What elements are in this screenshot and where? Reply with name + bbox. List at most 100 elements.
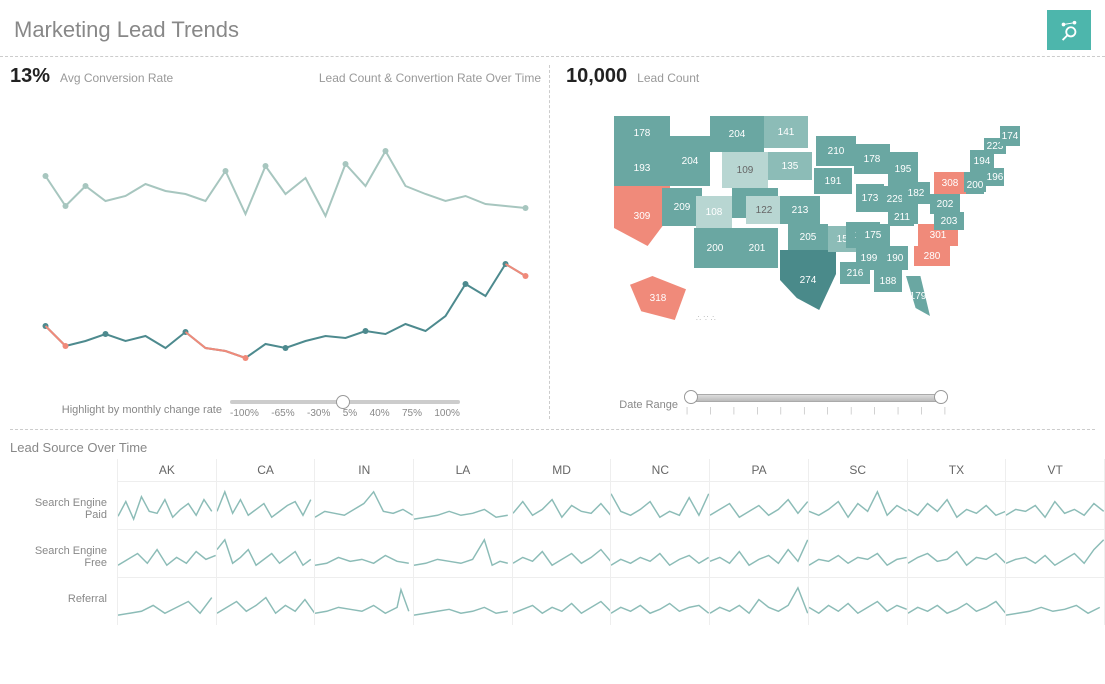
spark[interactable] <box>908 481 1007 529</box>
state-ut[interactable]: 108 <box>696 196 732 228</box>
conversion-panel: 13% Avg Conversion Rate Lead Count & Con… <box>10 65 550 419</box>
axis-tick: 40% <box>370 408 390 419</box>
col-hdr: LA <box>414 459 513 481</box>
spark[interactable] <box>315 481 414 529</box>
state-wi[interactable]: 178 <box>854 144 890 174</box>
state-ok[interactable]: 205 <box>788 224 828 250</box>
state-nm[interactable]: 200 <box>694 228 736 268</box>
state-hi[interactable]: ∴ ∵ ∴ <box>696 314 716 323</box>
kpi-leadcount-value: 10,000 <box>566 65 627 88</box>
state-al[interactable]: 188 <box>874 270 902 292</box>
page-title: Marketing Lead Trends <box>14 17 1047 43</box>
spark[interactable] <box>217 481 316 529</box>
spark[interactable] <box>1006 481 1105 529</box>
spark[interactable] <box>809 481 908 529</box>
us-map[interactable]: 178 193 309 204 209 108 204 141 109 135 … <box>566 96 1095 376</box>
spark[interactable] <box>414 481 513 529</box>
state-ct[interactable]: 196 <box>986 168 1004 186</box>
state-ga[interactable]: 190 <box>882 246 908 270</box>
spark[interactable] <box>315 529 414 577</box>
zoom-button[interactable] <box>1047 10 1091 50</box>
state-wv[interactable]: 182 <box>902 182 930 204</box>
col-hdr: TX <box>908 459 1007 481</box>
spark[interactable] <box>118 577 217 625</box>
spark[interactable] <box>611 481 710 529</box>
date-slider-thumb-right[interactable] <box>934 390 948 404</box>
state-vt[interactable]: 174 <box>1000 126 1020 146</box>
kpi-leadcount-label: Lead Count <box>637 71 699 85</box>
state-il[interactable]: 211 <box>890 208 914 226</box>
date-slider-thumb-left[interactable] <box>684 390 698 404</box>
col-hdr: NC <box>611 459 710 481</box>
spark[interactable] <box>513 529 612 577</box>
state-fl[interactable]: 179 <box>906 276 930 316</box>
date-slider[interactable]: |||||||||||| <box>686 394 946 415</box>
state-ms[interactable]: 216 <box>840 262 870 284</box>
spark[interactable] <box>809 529 908 577</box>
state-oh2[interactable]: 200 <box>966 176 984 194</box>
state-sc[interactable]: 280 <box>914 246 950 266</box>
state-ky[interactable]: 175 <box>856 224 890 246</box>
spark[interactable] <box>118 481 217 529</box>
search-zoom-icon <box>1058 19 1080 41</box>
axis-tick: 100% <box>434 408 460 419</box>
col-hdr: AK <box>118 459 217 481</box>
state-ia[interactable]: 191 <box>814 168 852 194</box>
spark[interactable] <box>217 529 316 577</box>
state-wa[interactable]: 178 <box>614 116 670 150</box>
spark[interactable] <box>414 529 513 577</box>
spark[interactable] <box>1006 577 1105 625</box>
row-lbl: Search Engine Paid <box>10 481 118 529</box>
change-slider-label: Highlight by monthly change rate <box>10 404 230 416</box>
axis-tick: -30% <box>307 408 330 419</box>
spark[interactable] <box>908 529 1007 577</box>
row-lbl: Search Engine Free <box>10 529 118 577</box>
state-or[interactable]: 193 <box>614 150 670 186</box>
spark[interactable] <box>217 577 316 625</box>
axis-tick: -65% <box>271 408 294 419</box>
spark[interactable] <box>710 529 809 577</box>
kpi-conversion-value: 13% <box>10 65 50 88</box>
change-slider[interactable]: -100% -65% -30% 5% 40% 75% 100% <box>230 400 460 419</box>
state-mt[interactable]: 204 <box>710 116 764 152</box>
state-az[interactable]: 201 <box>736 228 778 268</box>
spark[interactable] <box>710 577 809 625</box>
state-ks[interactable]: 213 <box>780 196 820 224</box>
state-pa[interactable]: 308 <box>934 172 966 194</box>
spark-grid: AK CA IN LA MD NC PA SC TX VT Search Eng… <box>10 459 1105 625</box>
state-mn[interactable]: 210 <box>816 136 856 166</box>
col-hdr: VT <box>1006 459 1105 481</box>
axis-tick: 75% <box>402 408 422 419</box>
spark[interactable] <box>118 529 217 577</box>
row-lbl: Referral <box>10 577 118 625</box>
state-sd[interactable]: 135 <box>768 152 812 180</box>
state-ak[interactable]: 318 <box>630 276 686 320</box>
state-tx[interactable]: 274 <box>780 250 836 310</box>
state-mi[interactable]: 195 <box>888 152 918 186</box>
spark[interactable] <box>513 481 612 529</box>
state-md[interactable]: 203 <box>934 212 964 230</box>
spark[interactable] <box>1006 529 1105 577</box>
state-wy[interactable]: 141 <box>764 116 808 148</box>
axis-tick: -100% <box>230 408 259 419</box>
change-slider-thumb[interactable] <box>336 395 350 409</box>
spark[interactable] <box>710 481 809 529</box>
conversion-chart[interactable] <box>10 96 541 396</box>
spark[interactable] <box>908 577 1007 625</box>
spark[interactable] <box>315 577 414 625</box>
kpi-conversion-label: Avg Conversion Rate <box>60 71 173 85</box>
spark[interactable] <box>513 577 612 625</box>
col-hdr: SC <box>809 459 908 481</box>
spark[interactable] <box>611 529 710 577</box>
spark[interactable] <box>611 577 710 625</box>
state-ne[interactable]: 122 <box>746 196 782 224</box>
col-hdr: PA <box>710 459 809 481</box>
state-nd[interactable]: 109 <box>722 152 768 188</box>
spark[interactable] <box>414 577 513 625</box>
state-id[interactable]: 204 <box>670 136 710 186</box>
spark[interactable] <box>809 577 908 625</box>
state-va[interactable]: 202 <box>930 194 960 214</box>
state-in[interactable]: 173 <box>856 184 884 212</box>
conversion-subtitle: Lead Count & Convertion Rate Over Time <box>319 71 541 85</box>
col-hdr: MD <box>513 459 612 481</box>
